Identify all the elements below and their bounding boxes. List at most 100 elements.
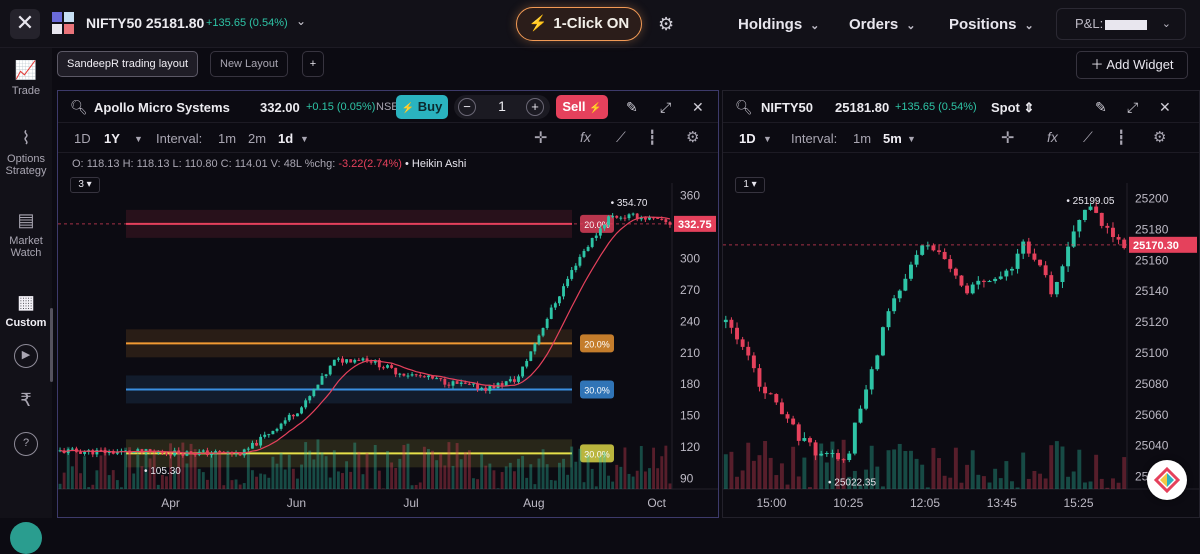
draw-icon[interactable]: ⟋ [1083, 129, 1093, 146]
help-icon[interactable]: ? [14, 432, 38, 456]
candle [280, 424, 283, 429]
candle [583, 251, 586, 257]
candle-type-icon[interactable]: ┇ [648, 129, 656, 146]
expand-icon[interactable]: ⤢ [1127, 99, 1138, 116]
index-ticker[interactable]: NIFTY50 25181.80 [86, 15, 204, 31]
index-logo-icon [52, 12, 76, 36]
range-1y[interactable]: 1Y [104, 131, 120, 146]
sidebar-scrollbar[interactable] [50, 308, 53, 382]
segment-selector[interactable]: Spot ⇕ [991, 100, 1034, 116]
candle [735, 328, 739, 340]
volume-bar [345, 461, 348, 489]
nav-positions[interactable]: Positions⌄ [949, 16, 1034, 33]
candle [870, 369, 874, 389]
close-icon[interactable]: ✕ [1159, 99, 1171, 116]
chevron-down-icon[interactable]: ⌄ [296, 14, 306, 28]
interval-1m[interactable]: 1m [853, 131, 871, 146]
crosshair-icon[interactable]: ✛ [1001, 128, 1014, 148]
candle [529, 351, 532, 361]
interval-1m[interactable]: 1m [218, 131, 236, 146]
symbol-name[interactable]: NIFTY50 [761, 100, 813, 115]
interval-5m[interactable]: 5m [883, 131, 902, 146]
candle [181, 454, 184, 456]
candle [1061, 266, 1065, 282]
volume-bar [312, 459, 315, 489]
play-icon[interactable]: ▶ [14, 344, 38, 368]
sidebar-item-options-strategy[interactable]: ⌇ Options Strategy [0, 128, 52, 177]
close-icon[interactable]: ✕ [692, 99, 704, 116]
volume-bar [280, 453, 283, 489]
nav-orders[interactable]: Orders⌄ [849, 16, 915, 33]
nifty-chart[interactable]: 2502025040250602508025100251202514025160… [723, 183, 1199, 517]
gear-icon[interactable]: ⚙ [686, 128, 699, 146]
minus-button[interactable]: − [458, 98, 476, 116]
draw-icon[interactable]: ⟋ [616, 129, 626, 146]
add-widget-button[interactable]: ＋ Add Widget [1076, 51, 1188, 79]
candle [1038, 260, 1042, 266]
candle-type-icon[interactable]: ┇ [1117, 129, 1125, 146]
candle [825, 453, 829, 454]
layout-tab-current[interactable]: SandeepR trading layout [57, 51, 198, 77]
last-price-label: 332.75 [678, 219, 712, 231]
interval-2m[interactable]: 2m [248, 131, 266, 146]
add-layout-button[interactable]: + [302, 51, 324, 77]
symbol-name[interactable]: Apollo Micro Systems [94, 100, 230, 115]
chevron-down-icon[interactable]: ▼ [134, 134, 143, 144]
search-icon[interactable]: 🔍︎ [735, 99, 753, 116]
interval-1d[interactable]: 1d [278, 131, 293, 146]
candle [574, 266, 577, 270]
avatar[interactable] [10, 522, 42, 554]
candle [554, 303, 557, 307]
candle [741, 339, 745, 347]
candle [194, 454, 197, 455]
volume-bar [652, 448, 655, 489]
volume-bar [325, 456, 328, 489]
buy-button[interactable]: ⚡ Buy [396, 95, 448, 119]
candle [988, 281, 992, 282]
candle [402, 374, 405, 376]
assistant-fab[interactable] [1147, 460, 1187, 500]
volume-bar [898, 444, 902, 489]
volume-bar [231, 480, 234, 489]
layout-tab-new[interactable]: New Layout [210, 51, 288, 77]
rupee-icon[interactable]: ₹ [0, 390, 52, 411]
candle [247, 449, 250, 450]
formula-icon[interactable]: fx [580, 129, 591, 145]
search-icon[interactable]: 🔍︎ [70, 99, 88, 116]
y-tick-label: 210 [680, 346, 700, 360]
expand-icon[interactable]: ⤢ [660, 99, 671, 116]
candle [780, 402, 784, 414]
range-1d[interactable]: 1D [739, 131, 756, 146]
range-1d[interactable]: 1D [74, 131, 91, 146]
gear-icon[interactable]: ⚙ [658, 14, 674, 35]
y-tick-label: 25100 [1135, 346, 1169, 360]
volume-bar [566, 475, 569, 489]
quantity-value[interactable]: 1 [492, 98, 512, 114]
pnl-dropdown[interactable]: P&L: ⌄ [1056, 8, 1186, 40]
pin-icon[interactable]: ✎ [1095, 99, 1107, 116]
crosshair-icon[interactable]: ✛ [534, 128, 547, 148]
formula-icon[interactable]: fx [1047, 129, 1058, 145]
volume-bar [431, 451, 434, 489]
gear-icon[interactable]: ⚙ [1153, 128, 1166, 146]
chevron-down-icon[interactable]: ▼ [907, 134, 916, 144]
nav-holdings[interactable]: Holdings⌄ [738, 16, 819, 33]
pin-icon[interactable]: ✎ [626, 99, 638, 116]
chevron-down-icon[interactable]: ▼ [300, 134, 309, 144]
plus-button[interactable]: + [526, 98, 544, 116]
sidebar-item-custom[interactable]: ▦ Custom [0, 292, 52, 329]
sidebar-item-trade[interactable]: 📈 Trade [0, 60, 52, 97]
volume-bar [75, 448, 78, 489]
volume-bar [529, 464, 532, 489]
close-icon[interactable]: ✕ [10, 9, 40, 39]
quantity-stepper[interactable]: − 1 + [454, 95, 550, 119]
sidebar-item-market-watch[interactable]: ▤ Market Watch [0, 210, 52, 259]
candle [1089, 207, 1093, 210]
volume-bar [644, 471, 647, 489]
volume-bar [476, 479, 479, 489]
sell-button[interactable]: Sell ⚡ [556, 95, 608, 119]
volume-bar [550, 480, 553, 489]
apollo-chart[interactable]: 90120150180210240270300330360AprJunJulAu… [58, 183, 718, 517]
chevron-down-icon[interactable]: ▼ [763, 134, 772, 144]
one-click-toggle[interactable]: ⚡1-Click ON [516, 7, 642, 41]
